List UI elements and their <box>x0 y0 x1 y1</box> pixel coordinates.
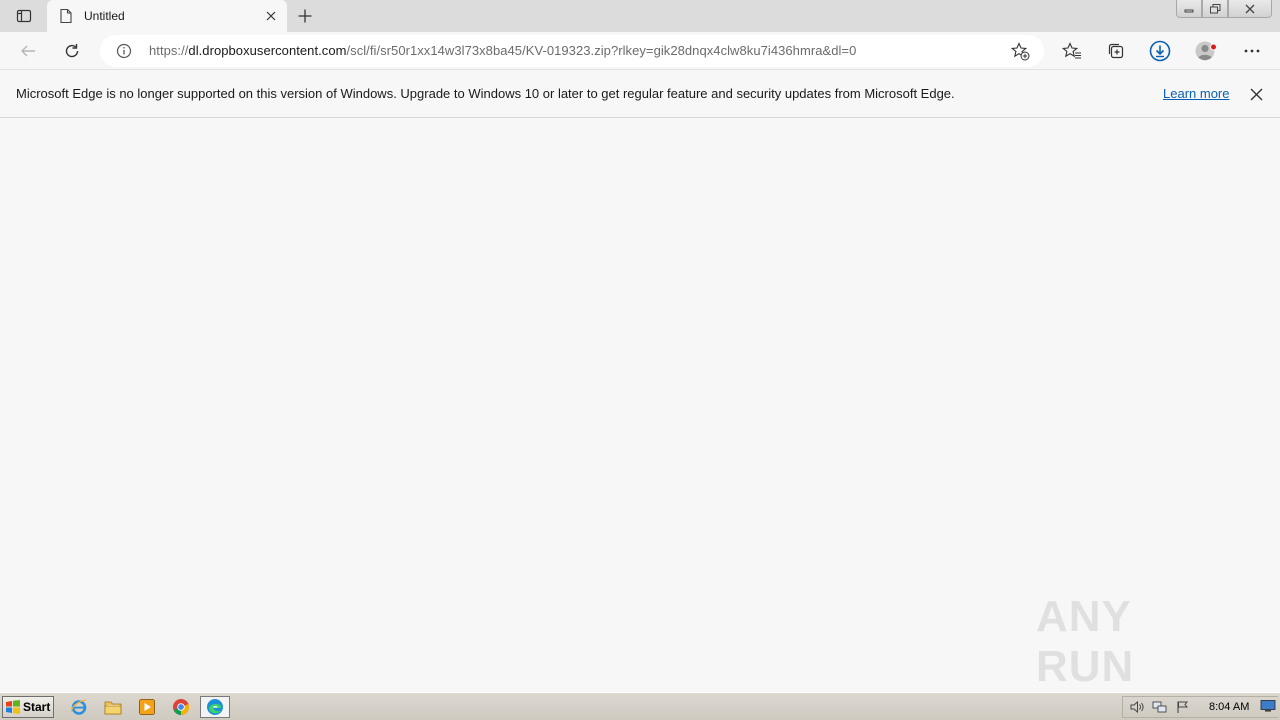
refresh-icon <box>65 44 79 58</box>
new-tab-button[interactable] <box>293 4 317 28</box>
back-arrow-icon <box>21 45 35 57</box>
taskbar-media-player[interactable] <box>136 697 158 717</box>
window-controls <box>1176 0 1272 18</box>
taskbar-edge[interactable] <box>200 696 230 718</box>
unsupported-os-infobar: Microsoft Edge is no longer supported on… <box>0 71 1280 118</box>
url-path: /scl/fi/sr50r1xx14w3l73x8ba45/KV-019323.… <box>346 43 857 58</box>
taskbar: Start 8:04 AM <box>0 692 1280 720</box>
tab-title: Untitled <box>84 9 125 23</box>
network-icon <box>1152 701 1167 713</box>
url-scheme: https:// <box>149 43 189 58</box>
show-desktop-button[interactable] <box>1259 697 1277 715</box>
speaker-icon <box>1130 700 1144 714</box>
download-icon <box>1149 40 1171 62</box>
collections-icon <box>1108 43 1124 59</box>
taskbar-internet-explorer[interactable] <box>68 697 90 717</box>
restore-button[interactable] <box>1202 0 1228 18</box>
tray-network[interactable] <box>1151 698 1169 716</box>
start-button[interactable]: Start <box>2 696 54 718</box>
minimize-icon <box>1184 9 1194 12</box>
page-icon <box>60 8 72 24</box>
url-text[interactable]: https://dl.dropboxusercontent.com/scl/fi… <box>149 43 856 58</box>
page-content: ANY RUN <box>0 118 1280 692</box>
avatar-icon <box>1195 41 1217 61</box>
address-bar[interactable]: https://dl.dropboxusercontent.com/scl/fi… <box>100 35 1044 67</box>
taskbar-explorer[interactable] <box>102 697 124 717</box>
close-icon <box>1245 4 1255 13</box>
browser-tab[interactable]: Untitled <box>47 0 287 32</box>
tab-strip: Untitled <box>0 0 1280 32</box>
watermark-text: ANY RUN <box>1036 592 1135 691</box>
profile-button[interactable] <box>1192 37 1220 65</box>
flag-icon <box>1177 701 1189 713</box>
tray-volume[interactable] <box>1128 698 1146 716</box>
anyrun-watermark: ANY RUN <box>1036 592 1236 691</box>
close-icon <box>266 11 276 21</box>
add-favorite-icon[interactable] <box>1010 41 1030 61</box>
restore-icon <box>1209 3 1220 13</box>
edge-icon <box>207 699 223 715</box>
back-button[interactable] <box>14 37 42 65</box>
plus-icon <box>298 9 312 23</box>
window-close-button[interactable] <box>1228 0 1272 18</box>
favorites-icon <box>1062 42 1081 59</box>
favorites-button[interactable] <box>1058 37 1086 65</box>
internet-explorer-icon <box>71 699 87 715</box>
tab-close-button[interactable] <box>263 8 279 24</box>
monitor-icon <box>1260 700 1276 712</box>
refresh-button[interactable] <box>58 37 86 65</box>
system-tray <box>1122 696 1278 718</box>
media-player-icon <box>139 699 155 715</box>
downloads-button[interactable] <box>1146 37 1174 65</box>
start-label: Start <box>23 700 51 714</box>
taskbar-chrome[interactable] <box>170 697 192 717</box>
info-icon[interactable] <box>116 43 132 59</box>
browser-toolbar: https://dl.dropboxusercontent.com/scl/fi… <box>0 32 1280 70</box>
collections-button[interactable] <box>1102 37 1130 65</box>
chrome-icon <box>173 699 189 715</box>
settings-menu-button[interactable] <box>1238 37 1266 65</box>
folder-icon <box>104 701 122 715</box>
close-icon <box>1250 88 1262 100</box>
more-options-icon <box>1244 49 1260 53</box>
minimize-button[interactable] <box>1176 0 1202 18</box>
url-host: dl.dropboxusercontent.com <box>188 43 347 58</box>
tray-action-center[interactable] <box>1174 698 1192 716</box>
taskbar-clock[interactable]: 8:04 AM <box>1209 701 1249 713</box>
tab-actions-button[interactable] <box>0 0 47 32</box>
tab-actions-icon <box>16 9 31 23</box>
windows-logo-icon <box>6 700 20 714</box>
learn-more-link[interactable]: Learn more <box>1163 86 1229 101</box>
infobar-message: Microsoft Edge is no longer supported on… <box>16 86 955 101</box>
infobar-close-button[interactable] <box>1247 85 1265 103</box>
